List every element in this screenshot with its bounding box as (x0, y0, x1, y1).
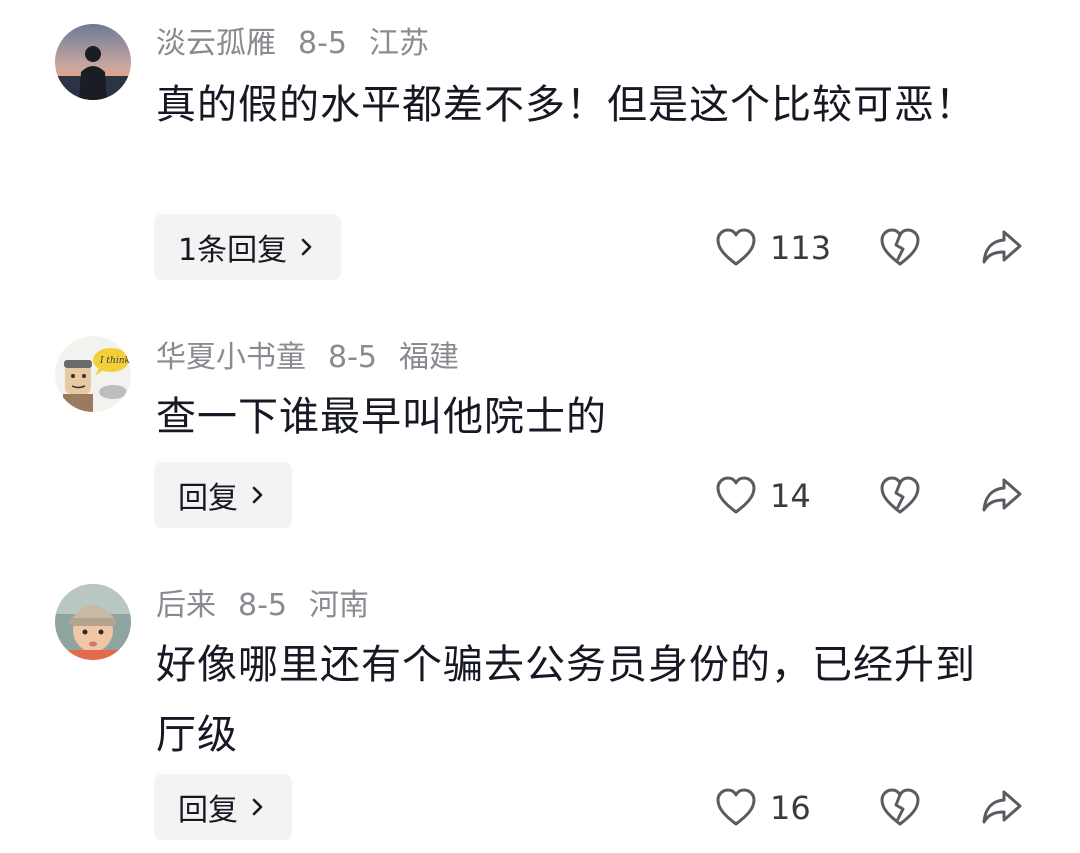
chevron-right-icon (252, 486, 263, 504)
like-count: 14 (770, 477, 811, 515)
comment-location: 福建 (399, 340, 459, 375)
svg-text:I think: I think (99, 356, 130, 366)
avatar-image: I think (55, 336, 131, 412)
avatar[interactable] (55, 24, 131, 100)
comment-date: 8-5 (328, 340, 377, 375)
comment-date: 8-5 (298, 26, 347, 61)
comment-meta: 华夏小书童 8-5 福建 (156, 340, 481, 376)
comment-meta: 淡云孤雁 8-5 江苏 (156, 26, 451, 62)
avatar[interactable]: I think (55, 336, 131, 412)
heart-icon[interactable] (714, 474, 758, 518)
reply-button[interactable]: 回复 (154, 774, 292, 840)
heart-icon[interactable] (714, 226, 758, 270)
chevron-right-icon (252, 798, 263, 816)
comment-location: 江苏 (369, 26, 429, 61)
share-arrow-icon[interactable] (980, 226, 1024, 270)
comment-actions: 14 (712, 466, 1042, 526)
avatar[interactable] (55, 584, 131, 660)
like-count: 16 (770, 789, 811, 827)
comment-text: 真的假的水平都差不多！但是这个比较可恶！ (156, 82, 976, 128)
share-arrow-icon[interactable] (980, 474, 1024, 518)
avatar-image (55, 24, 131, 100)
username[interactable]: 后来 (156, 588, 216, 623)
comment-actions: 16 (712, 778, 1042, 838)
chevron-right-icon (301, 238, 312, 256)
reply-label: 回复 (178, 793, 238, 828)
reply-label: 回复 (178, 481, 238, 516)
heart-icon[interactable] (714, 786, 758, 830)
username[interactable]: 淡云孤雁 (156, 26, 276, 61)
reply-button[interactable]: 回复 (154, 462, 292, 528)
comment-text: 查一下谁最早叫他院士的 (156, 394, 607, 440)
view-replies-button[interactable]: 1条回复 (154, 214, 342, 280)
like-count: 113 (770, 229, 832, 267)
broken-heart-icon[interactable] (878, 226, 922, 270)
username[interactable]: 华夏小书童 (156, 340, 306, 375)
comment-text: 好像哪里还有个骗去公务员身份的，已经升到厅级 (156, 642, 976, 758)
broken-heart-icon[interactable] (878, 474, 922, 518)
comment-date: 8-5 (238, 588, 287, 623)
share-arrow-icon[interactable] (980, 786, 1024, 830)
comment-location: 河南 (309, 588, 369, 623)
broken-heart-icon[interactable] (878, 786, 922, 830)
avatar-image (55, 584, 131, 660)
comment-meta: 后来 8-5 河南 (156, 588, 391, 624)
reply-label: 1条回复 (178, 233, 288, 268)
comment-actions: 113 (712, 218, 1042, 278)
